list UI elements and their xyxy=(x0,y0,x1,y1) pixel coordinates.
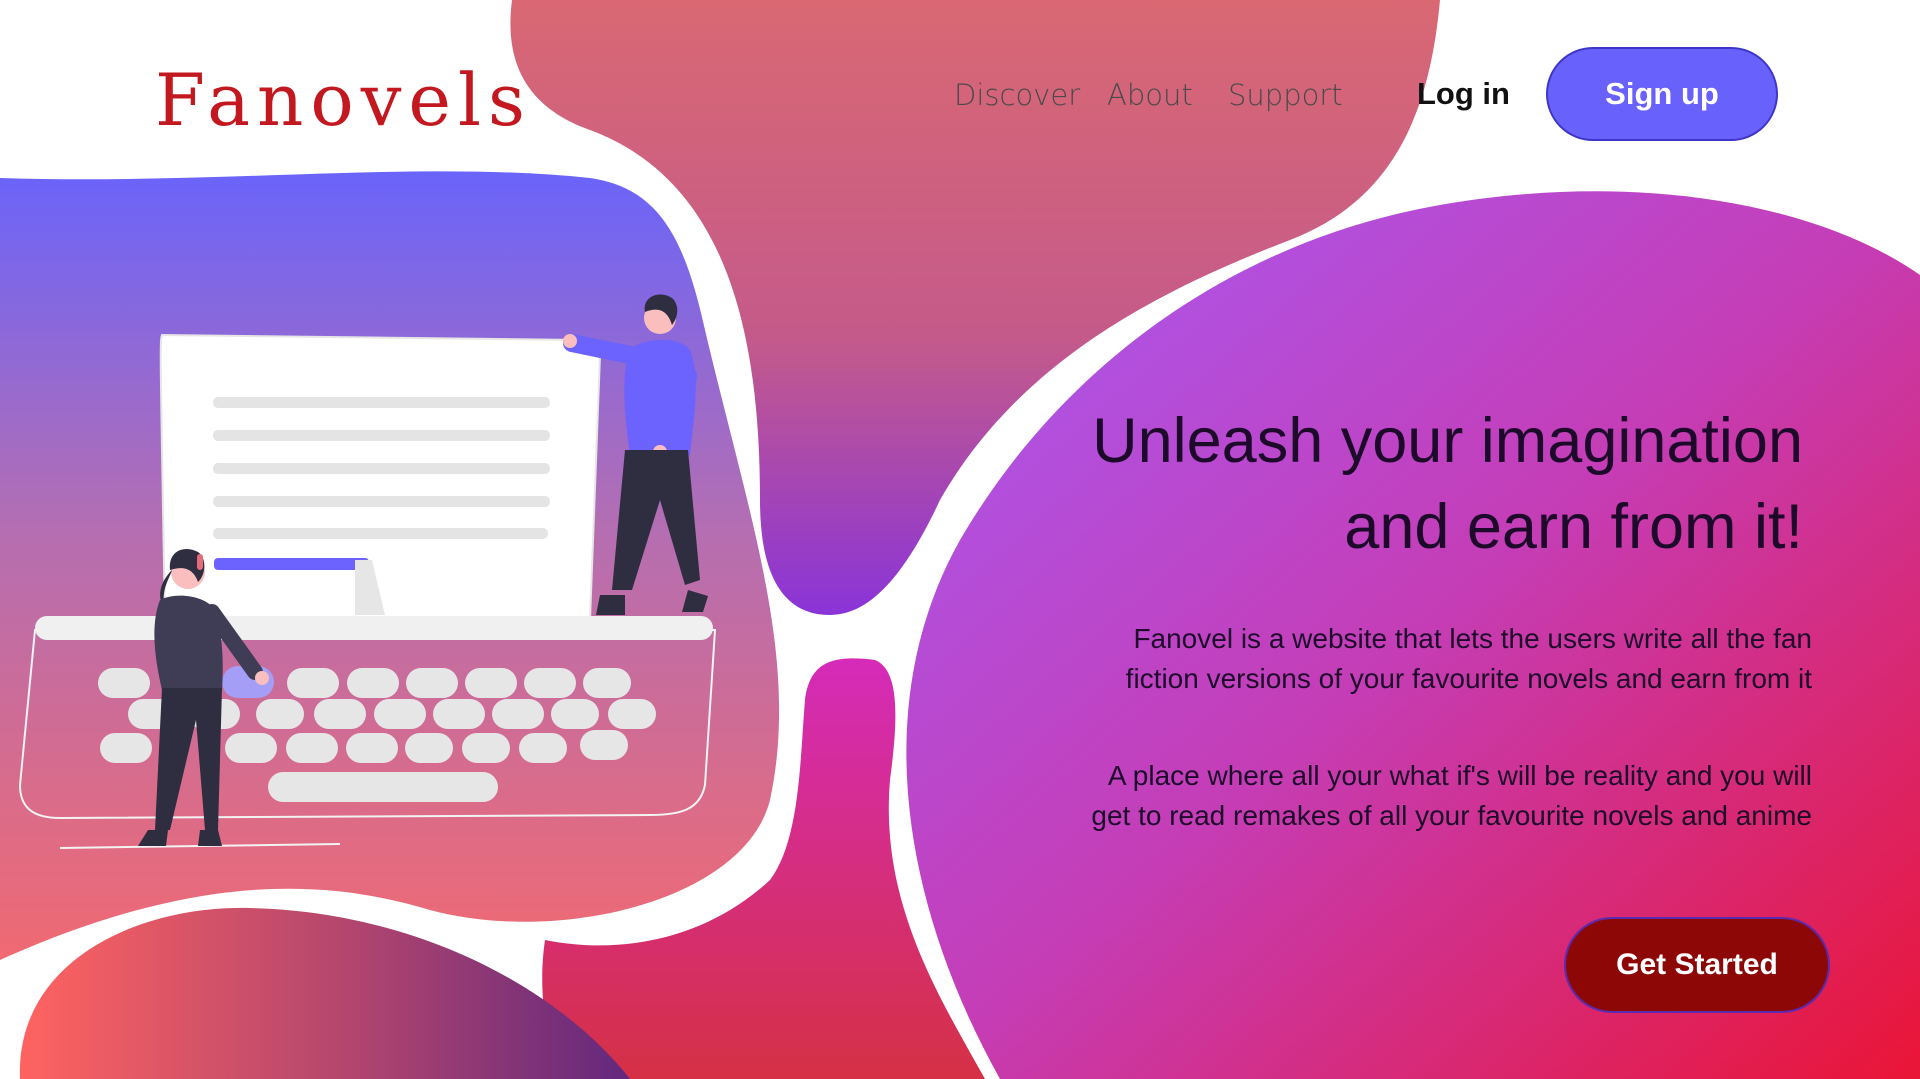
login-button[interactable]: Log in xyxy=(1417,76,1510,112)
signup-button[interactable]: Sign up xyxy=(1546,47,1778,141)
nav-link-about[interactable]: About xyxy=(1107,78,1193,112)
hero-tagline-line-1: A place where all your what if's will be… xyxy=(1107,760,1812,791)
nav-link-discover[interactable]: Discover xyxy=(954,78,1080,112)
hero-description-line-2: fiction versions of your favourite novel… xyxy=(1125,663,1812,694)
hero-headline-line-1: Unleash your imagination xyxy=(1092,406,1803,476)
hero-headline: Unleash your imagination and earn from i… xyxy=(903,398,1803,570)
hero-headline-line-2: and earn from it! xyxy=(1344,492,1803,562)
hero-tagline: A place where all your what if's will be… xyxy=(912,756,1812,836)
blob-bottom-left xyxy=(19,907,630,1079)
get-started-button[interactable]: Get Started xyxy=(1564,917,1830,1013)
hero-description: Fanovel is a website that lets the users… xyxy=(912,619,1812,699)
nav-link-support[interactable]: Support xyxy=(1228,78,1343,112)
hero-description-line-1: Fanovel is a website that lets the users… xyxy=(1133,623,1812,654)
hero-tagline-line-2: get to read remakes of all your favourit… xyxy=(1091,800,1812,831)
brand-logo[interactable]: Fanovels xyxy=(155,64,532,136)
